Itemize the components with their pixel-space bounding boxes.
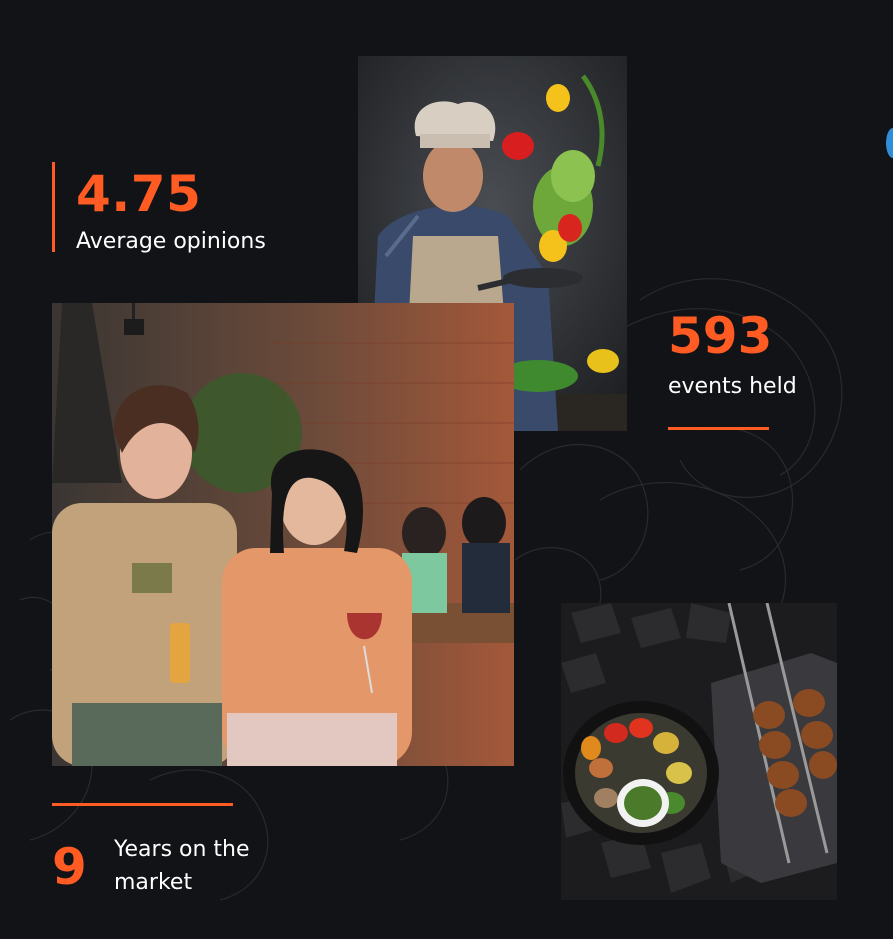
accent-vertical-bar xyxy=(52,162,55,252)
women-with-drinks-image xyxy=(52,303,514,766)
years-value: 9 xyxy=(52,838,87,896)
women-with-drinks-photo xyxy=(52,303,514,766)
opinions-value: 4.75 xyxy=(76,165,202,223)
events-label: events held xyxy=(668,374,797,399)
opinions-label: Average opinions xyxy=(76,229,266,254)
events-value: 593 xyxy=(668,307,773,365)
grilled-food-image xyxy=(561,603,837,900)
accent-horizontal-bar xyxy=(52,803,233,806)
stats-section: 4.75 Average opinions 593 events held 9 … xyxy=(0,0,893,939)
grilled-food-photo xyxy=(561,603,837,900)
years-label: Years on the market xyxy=(114,837,250,895)
stat-events-held: 593 events held xyxy=(667,306,867,436)
stat-years-on-market: 9 Years on the market xyxy=(52,803,312,903)
edge-decoration-dot xyxy=(886,128,893,158)
accent-horizontal-bar xyxy=(668,427,769,430)
stat-average-opinions: 4.75 Average opinions xyxy=(52,162,322,254)
